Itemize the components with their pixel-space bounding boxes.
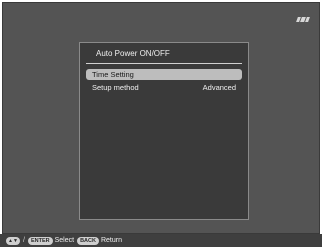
return-hint: Return: [100, 237, 122, 244]
menu-item-label: Setup method: [92, 83, 139, 92]
menu-item-label: Time Setting: [92, 70, 134, 79]
menu-item-time-setting[interactable]: Time Setting: [86, 69, 242, 80]
menu-item-value: Advanced: [202, 83, 236, 92]
dialog-title: Auto Power ON/OFF: [96, 49, 170, 58]
select-hint: Select: [54, 237, 75, 244]
settings-dialog: Auto Power ON/OFF Time Setting Setup met…: [79, 42, 249, 220]
up-down-arrows-icon: ▲▼: [6, 236, 20, 245]
battery-icon: [296, 17, 310, 22]
enter-key-badge: ENTER: [27, 236, 53, 245]
display-screen: Auto Power ON/OFF Time Setting Setup met…: [2, 2, 320, 234]
control-hint-bar: ▲▼ / ENTER Select BACK Return: [0, 234, 322, 247]
slash-separator: /: [23, 237, 25, 244]
back-key-badge: BACK: [77, 236, 99, 245]
title-divider: [86, 63, 242, 64]
menu-item-setup-method[interactable]: Setup method Advanced: [86, 82, 242, 93]
